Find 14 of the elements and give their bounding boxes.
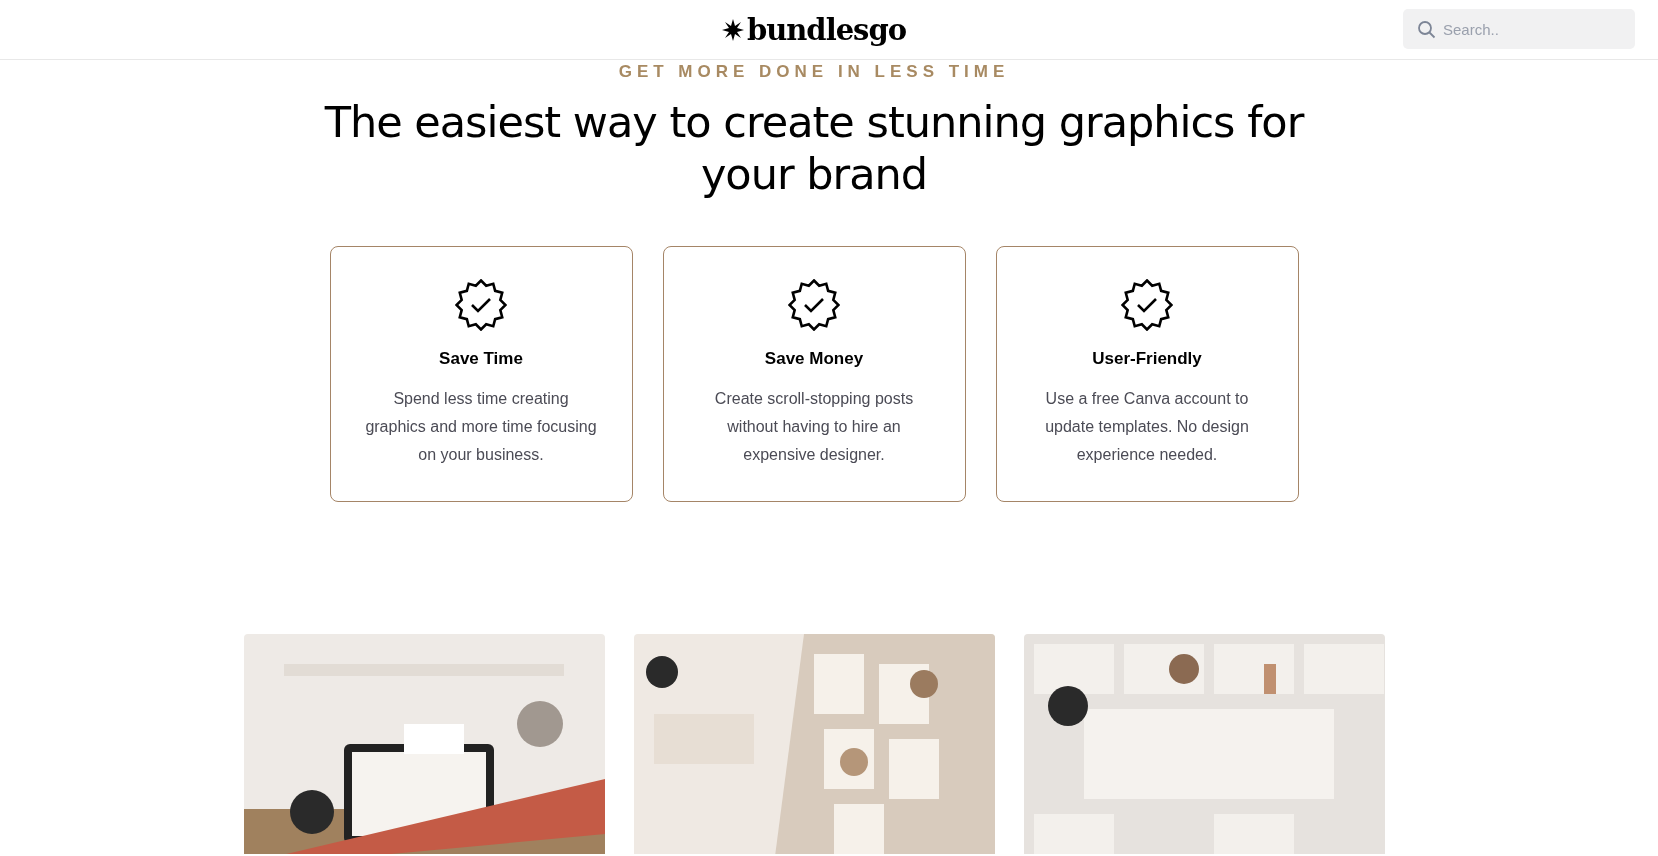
- badge-check-icon: [788, 279, 840, 331]
- page-heading: The easiest way to create stunning graphics for your brand: [324, 96, 1304, 200]
- feature-title: Save Money: [764, 349, 864, 369]
- eyebrow-text: GET MORE DONE IN LESS TIME: [618, 62, 1010, 82]
- feature-description: Spend less time creating graphics and more time focusing on your business.: [365, 389, 597, 465]
- search-field[interactable]: Search..: [1403, 9, 1635, 49]
- search-icon: [1417, 20, 1436, 39]
- feature-title: User-Friendly: [1092, 349, 1202, 369]
- badge-check-icon: [455, 279, 507, 331]
- feature-description: Create scroll-stopping posts without having to hire an expensive designer.: [713, 389, 915, 465]
- feature-title: Save Time: [439, 349, 523, 369]
- feature-description: Use a free Canva account to update templates. No design experience needed.: [1044, 389, 1250, 465]
- star-icon: [721, 18, 744, 41]
- badge-check-icon: [1121, 279, 1173, 331]
